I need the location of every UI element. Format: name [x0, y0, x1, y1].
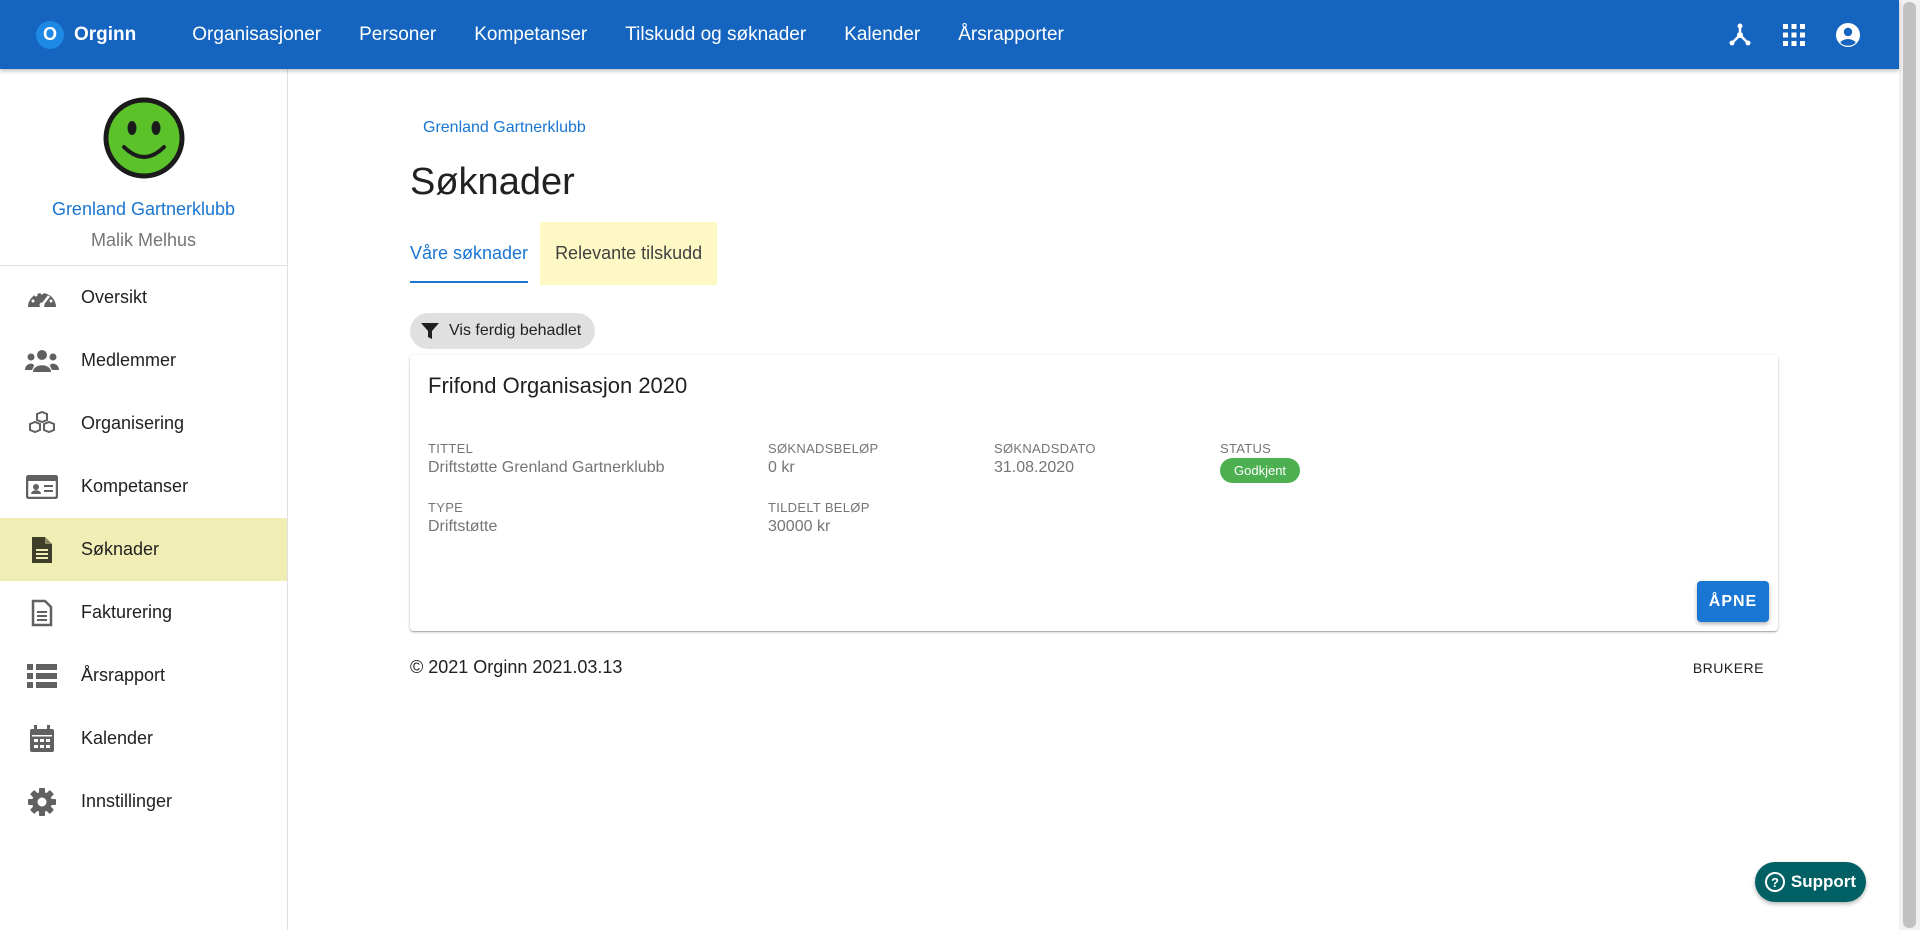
filter-chip[interactable]: Vis ferdig behadlet — [410, 313, 596, 349]
logo-mark: O — [36, 20, 64, 49]
sidebar-item-label: Kalender — [81, 728, 154, 748]
status-badge: Godkjent — [1220, 458, 1301, 483]
top-nav: Organisasjoner Personer Kompetanser Tils… — [192, 24, 1102, 46]
nav-personer[interactable]: Personer — [359, 24, 436, 46]
field-label: SØKNADSDATO — [994, 441, 1096, 456]
apps-grid-icon[interactable] — [1779, 20, 1809, 50]
sidebar-item-label: Medlemmer — [81, 350, 177, 370]
sidebar-item-kalender[interactable]: Kalender — [0, 707, 287, 770]
application-card: Frifond Organisasjon 2020 TITTEL Driftst… — [410, 355, 1778, 631]
calendar-icon — [22, 724, 62, 754]
filter-chip-label: Vis ferdig behadlet — [449, 322, 582, 339]
field-value: Driftstøtte Grenland Gartnerklubb — [428, 459, 665, 476]
field-label: TITTEL — [428, 441, 474, 456]
field-value: Driftstøtte — [428, 518, 498, 535]
nav-organisasjoner[interactable]: Organisasjoner — [192, 24, 321, 46]
field-value: 31.08.2020 — [994, 459, 1075, 476]
sidebar-item-innstillinger[interactable]: Innstillinger — [0, 770, 287, 833]
support-button[interactable]: ? Support — [1755, 862, 1866, 902]
sidebar-item-label: Organisering — [81, 413, 185, 433]
field-value: 30000 kr — [768, 518, 831, 535]
smiley-avatar — [103, 97, 184, 179]
field-status: STATUS Godkjent — [1220, 441, 1301, 483]
sidebar-item-label: Kompetanser — [81, 476, 189, 496]
top-icons — [1701, 0, 1863, 69]
tab-vare-soknader[interactable]: Våre søknader — [410, 222, 529, 283]
document-icon — [22, 535, 62, 565]
sidebar-org-name[interactable]: Grenland Gartnerklubb — [0, 199, 287, 220]
sidebar-item-soknader[interactable]: Søknader — [0, 518, 287, 581]
help-icon: ? — [1764, 872, 1785, 892]
field-value: 0 kr — [768, 459, 795, 476]
sidebar-user-name: Malik Melhus — [90, 230, 197, 250]
footer: © 2021 Orginn 2021.03.13 BRUKERE — [410, 657, 1778, 687]
nav-tilskudd-og-soknader[interactable]: Tilskudd og søknader — [625, 24, 806, 46]
open-button[interactable]: ÅPNE — [1697, 581, 1769, 622]
hierarchy-icon[interactable] — [1725, 20, 1755, 50]
account-circle-icon[interactable] — [1833, 20, 1863, 50]
nav-arsrapporter[interactable]: Årsrapporter — [958, 24, 1064, 46]
sidebar-menu: Oversikt Medlemmer Organisering Kompetan… — [0, 266, 287, 833]
nav-kalender[interactable]: Kalender — [844, 24, 920, 46]
page-title: Søknader — [410, 161, 575, 203]
sidebar-item-label: Fakturering — [81, 602, 173, 622]
field-label: STATUS — [1220, 441, 1272, 456]
invoice-icon — [22, 598, 62, 628]
sidebar-item-label: Oversikt — [81, 287, 148, 307]
users-icon — [22, 346, 62, 376]
top-app-bar: O Orginn Organisasjoner Personer Kompeta… — [0, 0, 1899, 69]
sidebar-item-kompetanser[interactable]: Kompetanser — [0, 455, 287, 518]
field-label: TILDELT BELØP — [768, 500, 870, 515]
footer-copyright: © 2021 Orginn 2021.03.13 — [410, 657, 623, 677]
scrollbar-thumb[interactable] — [1903, 2, 1916, 928]
card-title: Frifond Organisasjon 2020 — [428, 373, 688, 398]
sidebar-item-organisering[interactable]: Organisering — [0, 392, 287, 455]
list-icon — [22, 661, 62, 691]
field-soknadsbelop: SØKNADSBELØP 0 kr — [768, 441, 879, 477]
tab-bar: Våre søknader Relevante tilskudd — [410, 222, 1778, 285]
sidebar-item-arsrapport[interactable]: Årsrapport — [0, 644, 287, 707]
sidebar-item-fakturering[interactable]: Fakturering — [0, 581, 287, 644]
sidebar: Grenland Gartnerklubb Malik Melhus Overs… — [0, 69, 288, 930]
field-tildelt-belop: TILDELT BELØP 30000 kr — [768, 500, 870, 536]
sidebar-item-label: Innstillinger — [81, 791, 173, 811]
nav-kompetanser[interactable]: Kompetanser — [474, 24, 587, 46]
id-card-icon — [22, 472, 62, 502]
dashboard-icon — [22, 283, 62, 313]
page-scrollbar[interactable] — [1899, 0, 1920, 930]
breadcrumb[interactable]: Grenland Gartnerklubb — [423, 119, 586, 137]
app-logo[interactable]: O Orginn — [36, 20, 137, 49]
field-label: SØKNADSBELØP — [768, 441, 879, 456]
main-content: Grenland Gartnerklubb Søknader Våre søkn… — [410, 69, 1778, 687]
cubes-icon — [22, 409, 62, 439]
sidebar-item-label: Årsrapport — [81, 665, 166, 685]
field-soknadsdato: SØKNADSDATO 31.08.2020 — [994, 441, 1096, 477]
field-tittel: TITTEL Driftstøtte Grenland Gartnerklubb — [428, 441, 665, 477]
support-label: Support — [1790, 872, 1857, 891]
sidebar-item-oversikt[interactable]: Oversikt — [0, 266, 287, 329]
filter-icon — [421, 323, 439, 339]
tab-relevante-tilskudd[interactable]: Relevante tilskudd — [540, 222, 718, 285]
logo-text: Orginn — [74, 23, 137, 45]
field-label: TYPE — [428, 500, 464, 515]
avatar-wrap — [0, 97, 287, 179]
sidebar-item-label: Søknader — [81, 539, 160, 559]
field-type: TYPE Driftstøtte — [428, 500, 497, 536]
footer-brukere-link[interactable]: BRUKERE — [1693, 660, 1764, 676]
sidebar-item-medlemmer[interactable]: Medlemmer — [0, 329, 287, 392]
gear-icon — [22, 787, 62, 817]
